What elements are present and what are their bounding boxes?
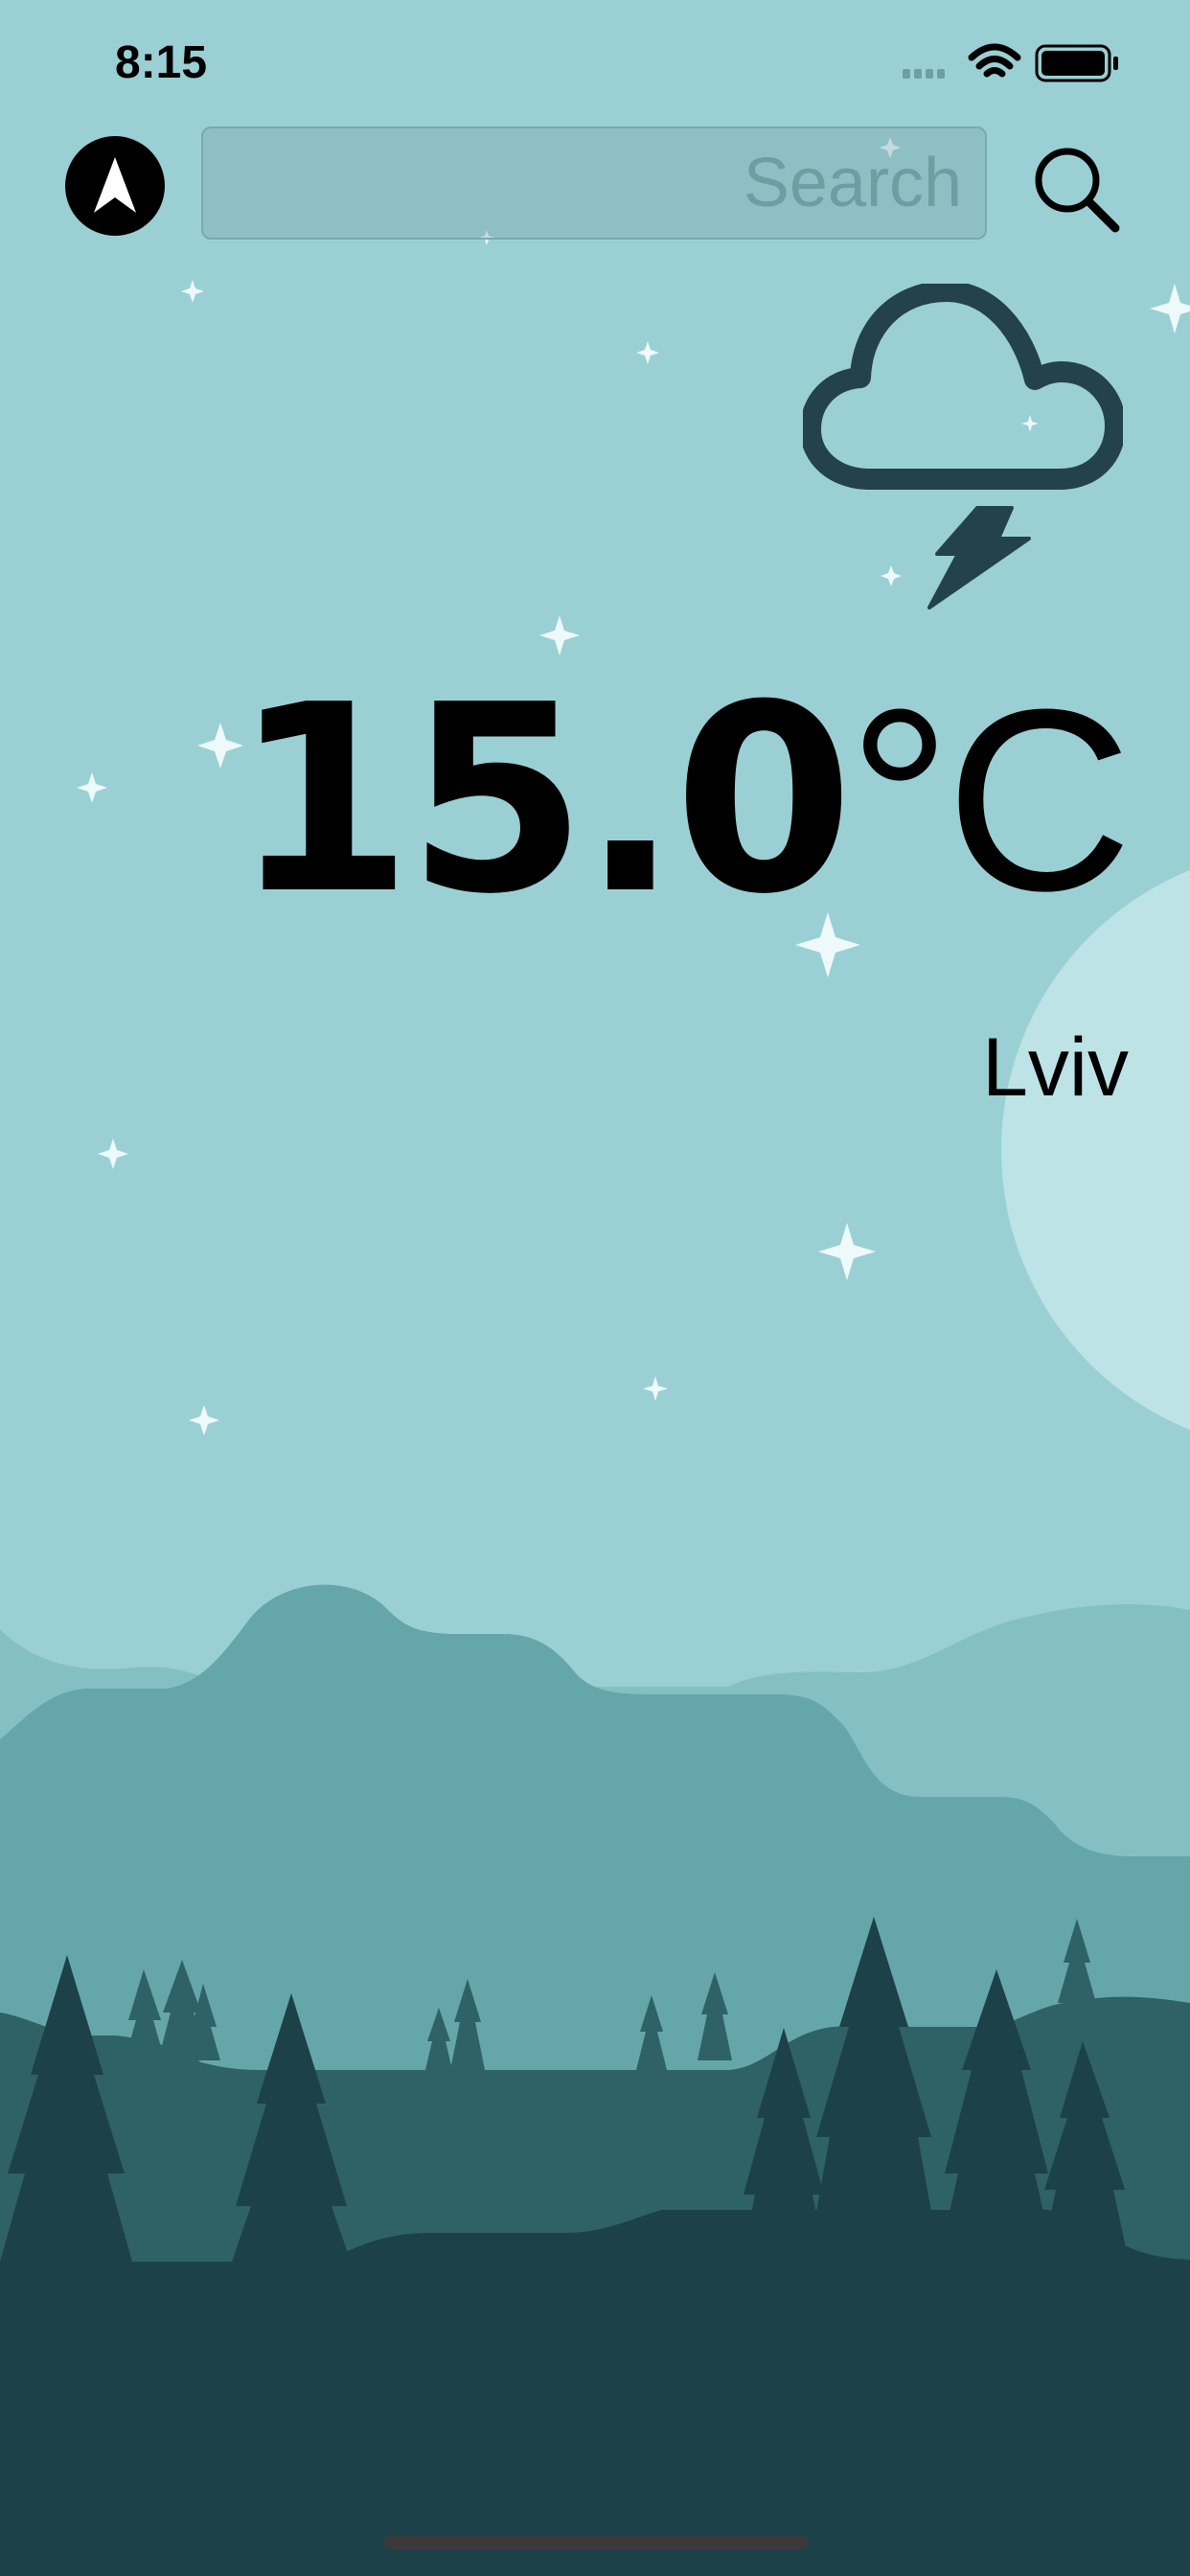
status-time: 8:15: [115, 37, 208, 88]
temperature-display: 15.0°C: [233, 671, 1133, 931]
search-bar[interactable]: [201, 126, 987, 240]
cloud-lightning-icon: [803, 284, 1123, 610]
city-name: Lviv: [982, 1022, 1129, 1114]
wifi-icon: [968, 43, 1021, 78]
battery-icon: [1035, 44, 1118, 82]
cellular-signal-icon: [903, 69, 945, 79]
location-button[interactable]: [65, 136, 165, 236]
weather-screen: 8:15 15: [0, 0, 1190, 2576]
temperature-unit: °C: [848, 656, 1133, 945]
magnifier-icon[interactable]: [1025, 138, 1125, 238]
search-input[interactable]: [203, 128, 985, 238]
temperature-value: 15.0: [232, 649, 854, 951]
home-indicator[interactable]: [383, 2536, 809, 2549]
navigation-arrow-icon: [94, 157, 136, 213]
ground: [0, 2208, 1190, 2576]
status-icons: [903, 43, 1118, 82]
